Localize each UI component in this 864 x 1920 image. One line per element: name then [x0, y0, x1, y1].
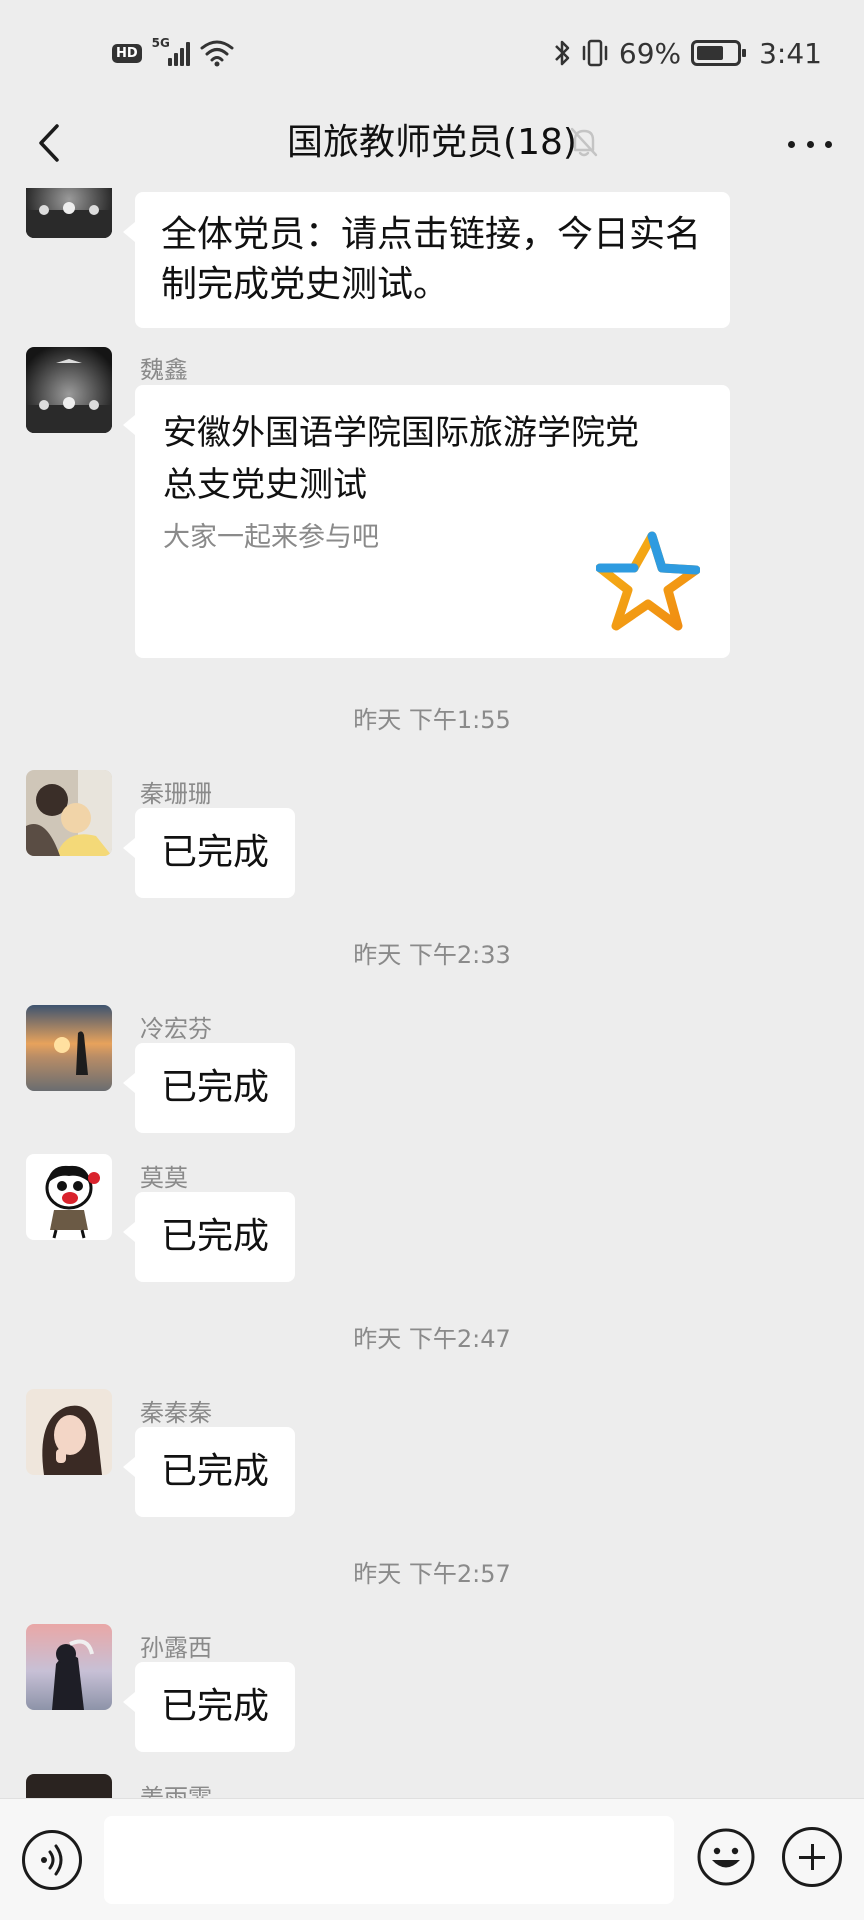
message-text: 已完成	[161, 1686, 270, 1727]
link-title: 安徽外国语学院国际旅游学院党 总支党史测试	[163, 407, 703, 511]
message-bubble[interactable]: 已完成	[122, 1662, 296, 1752]
wechat-group-chat-screen: HD 5G 69% 3:41 国旅教师党员(18) 全体党员：请点击链接，今日实…	[0, 0, 864, 1920]
timestamp-divider: 昨天 下午2:33	[353, 941, 511, 969]
bluetooth-icon	[554, 40, 570, 66]
avatar[interactable]	[26, 188, 112, 238]
sender-name: 莫莫	[140, 1164, 188, 1192]
plus-icon[interactable]	[782, 1827, 842, 1887]
message-bubble[interactable]: 已完成	[122, 1427, 296, 1517]
more-options-button[interactable]	[782, 122, 838, 166]
message-bubble[interactable]: 全体党员：请点击链接，今日实名 制完成党史测试。	[123, 192, 730, 328]
message-list[interactable]: 全体党员：请点击链接，今日实名 制完成党史测试。 魏鑫 安徽外国语学院国际旅游学…	[0, 188, 864, 1798]
network-type: 5G	[151, 36, 170, 50]
status-right: 69% 3:41	[553, 34, 822, 72]
link-card[interactable]: 安徽外国语学院国际旅游学院党 总支党史测试 大家一起来参与吧	[123, 385, 730, 658]
star-icon	[596, 531, 700, 631]
hd-badge: HD	[112, 43, 142, 63]
sender-name: 孙露西	[140, 1634, 212, 1662]
avatar[interactable]	[26, 1774, 112, 1798]
status-bar: HD 5G 69% 3:41	[0, 0, 864, 100]
vibrate-icon	[582, 39, 608, 67]
timestamp-divider: 昨天 下午2:57	[353, 1560, 511, 1588]
emoji-icon[interactable]	[696, 1827, 756, 1887]
link-description: 大家一起来参与吧	[163, 522, 379, 553]
wifi-icon	[200, 40, 234, 67]
clock: 3:41	[759, 36, 822, 70]
message-bubble[interactable]: 已完成	[122, 808, 296, 898]
message-text-line: 制完成党史测试。	[161, 264, 450, 305]
battery-percent: 69%	[618, 36, 682, 70]
sender-name: 冷宏芬	[140, 1015, 212, 1043]
link-title-line: 安徽外国语学院国际旅游学院党	[163, 413, 639, 453]
battery-icon	[691, 40, 747, 66]
status-left: HD 5G	[112, 36, 234, 70]
avatar[interactable]	[26, 1624, 112, 1710]
message-bubble[interactable]: 已完成	[122, 1192, 296, 1282]
avatar[interactable]	[26, 1154, 112, 1240]
sender-name: 秦秦秦	[140, 1399, 212, 1427]
signal-icon: 5G	[152, 36, 190, 66]
bell-muted-icon	[570, 127, 598, 157]
sender-name: 秦珊珊	[140, 780, 212, 808]
link-title-line: 总支党史测试	[163, 465, 367, 505]
voice-button[interactable]	[22, 1830, 82, 1890]
chat-header: 国旅教师党员(18)	[0, 100, 864, 188]
message-text: 已完成	[161, 1067, 270, 1108]
message-text: 已完成	[161, 1216, 270, 1257]
sender-name: 姜雨霏	[140, 1784, 212, 1798]
message-bubble[interactable]: 已完成	[122, 1043, 296, 1133]
avatar[interactable]	[26, 1005, 112, 1091]
avatar[interactable]	[26, 347, 112, 433]
sender-name: 魏鑫	[140, 356, 188, 384]
message-text: 已完成	[161, 1451, 270, 1492]
battery-level-fill	[697, 46, 724, 60]
timestamp-divider: 昨天 下午1:55	[353, 706, 511, 734]
chat-title: 国旅教师党员(18)	[287, 122, 577, 163]
timestamp-divider: 昨天 下午2:47	[353, 1325, 511, 1353]
more-dots-icon	[788, 140, 795, 148]
avatar[interactable]	[26, 770, 112, 856]
message-text-line: 全体党员：请点击链接，今日实名	[161, 214, 702, 255]
avatar[interactable]	[26, 1389, 112, 1475]
voice-icon	[41, 1844, 63, 1876]
message-text: 已完成	[161, 832, 270, 873]
message-input[interactable]	[104, 1816, 674, 1904]
input-bar	[0, 1798, 864, 1920]
